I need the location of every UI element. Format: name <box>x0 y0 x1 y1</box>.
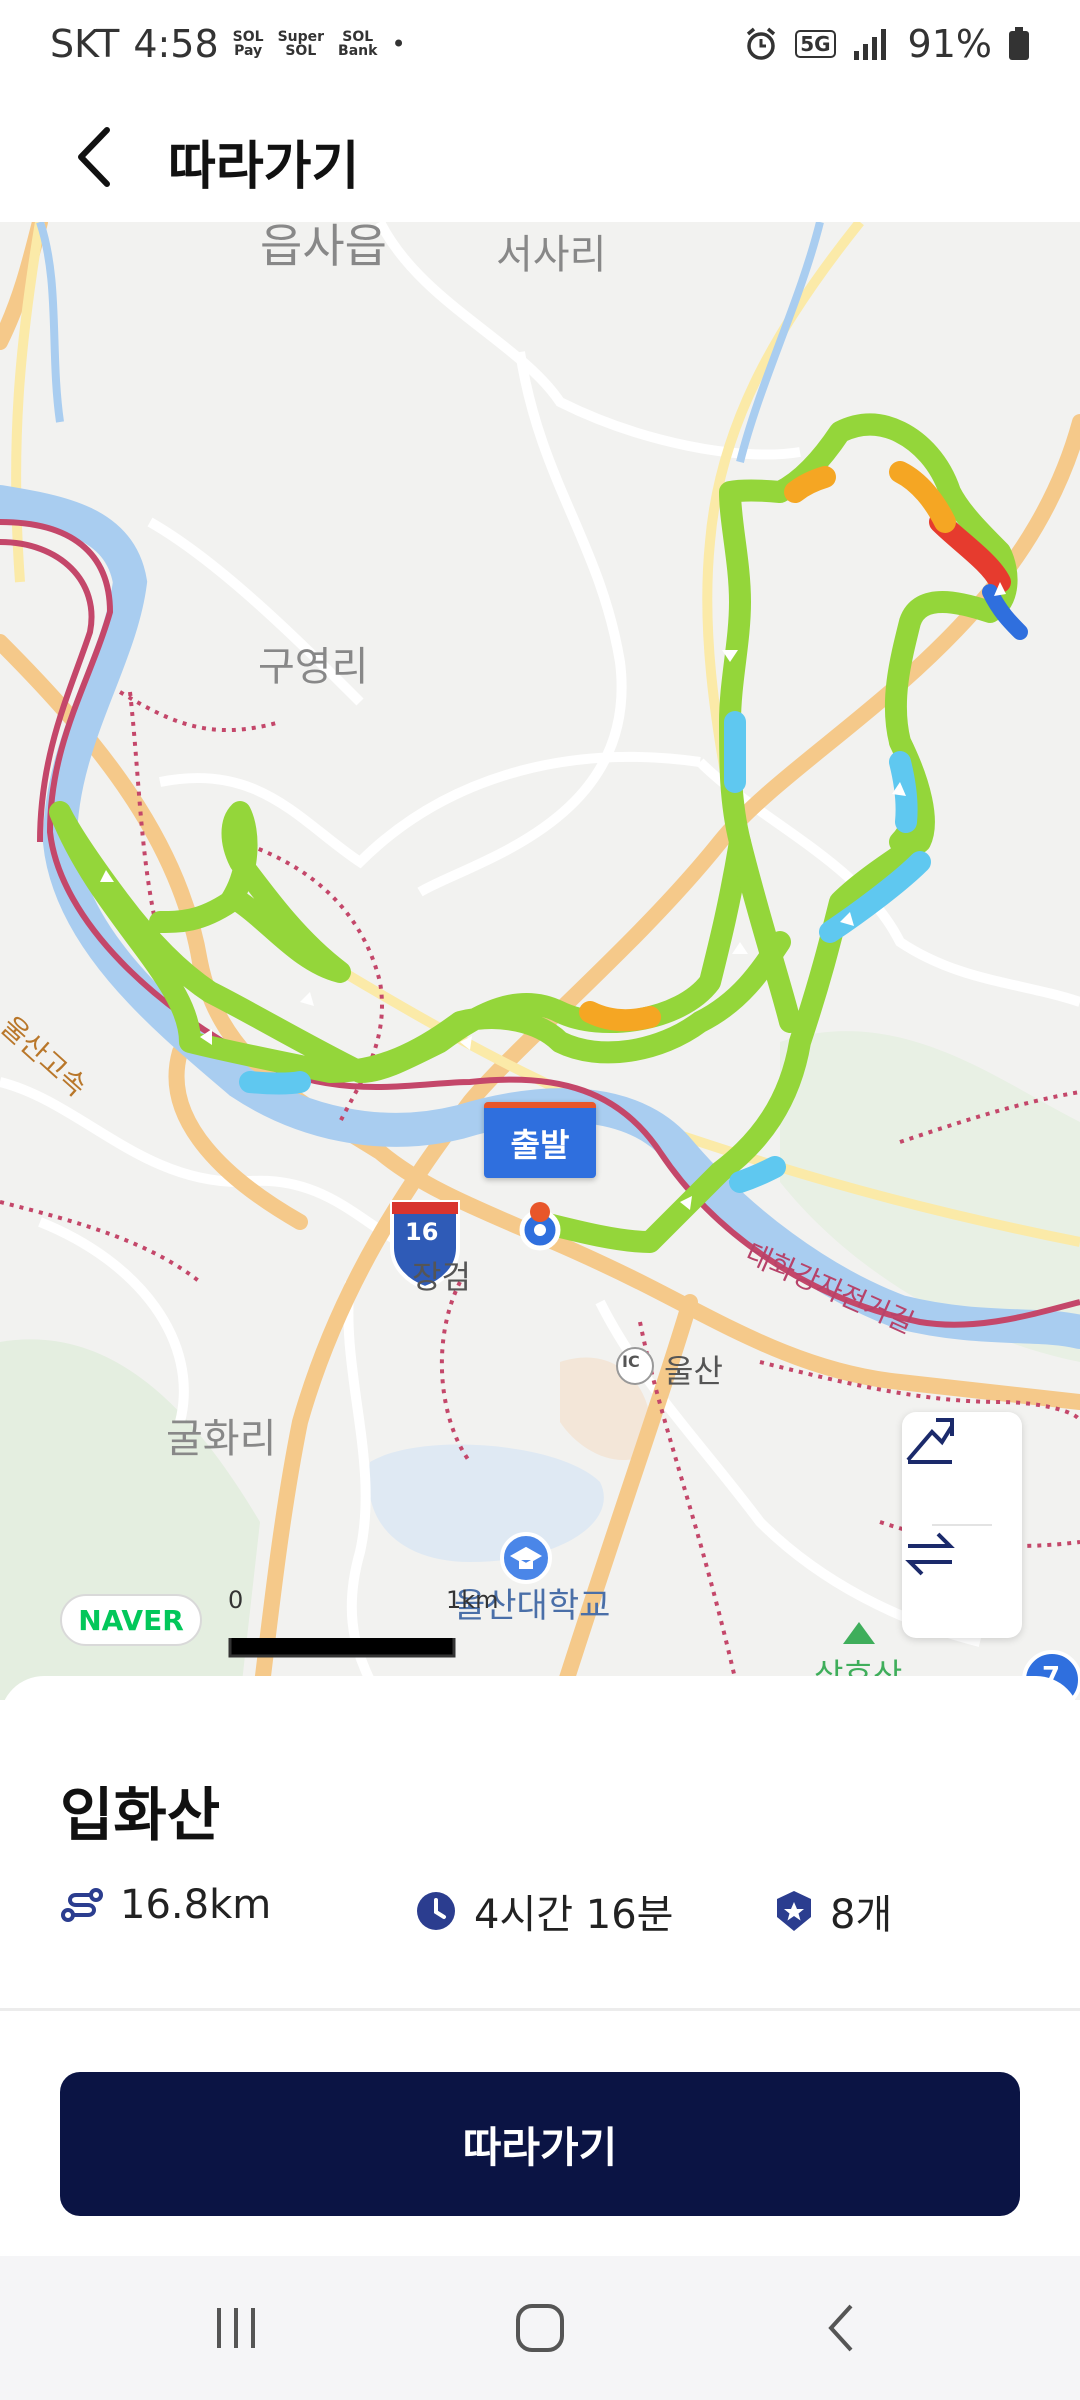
route-icon <box>61 1888 103 1922</box>
reservoir <box>368 1444 604 1562</box>
network-5g-icon: 5G <box>795 30 836 58</box>
sol-pay-icon: SOL Pay <box>232 29 264 59</box>
map-label: 서사리 <box>496 232 607 278</box>
signal-icon <box>853 29 886 60</box>
chevron-left-icon <box>78 127 110 187</box>
duration-stat: 4시간 16분 <box>414 1882 673 1940</box>
recent-apps-button[interactable] <box>196 2296 276 2360</box>
elevation-icon <box>906 1418 954 1464</box>
recent-apps-icon <box>217 2308 255 2348</box>
map-label: 굴화리 <box>166 1416 277 1462</box>
alarm-icon <box>747 27 776 60</box>
elevation-button[interactable] <box>902 1412 1022 1524</box>
distance-stat: 16.8km <box>60 1882 271 1928</box>
system-nav-bar <box>0 2256 1080 2400</box>
scale-zero: 0 <box>228 1586 244 1614</box>
map-label: 읍사읍 <box>260 222 387 273</box>
battery-icon <box>1009 27 1029 60</box>
clock: 4:58 <box>133 22 219 66</box>
map-controls <box>902 1412 1022 1638</box>
home-icon <box>516 2304 564 2352</box>
course-name: 입화산 <box>60 1781 221 1849</box>
course-sheet: 입화산 16.8km 4시간 16분 8개 따라가기 <box>0 1676 1080 2256</box>
battery-level: 91% <box>907 22 992 66</box>
route-shield-number: 16 <box>405 1218 439 1246</box>
swap-direction-button[interactable] <box>902 1526 1022 1638</box>
start-flag: 출발 <box>484 1102 596 1178</box>
notification-dot: • <box>391 30 406 58</box>
nav-back-button[interactable] <box>800 2296 880 2360</box>
home-button[interactable] <box>500 2296 580 2360</box>
back-icon <box>828 2304 853 2352</box>
status-right: 5G 91% <box>743 22 1030 66</box>
start-pin <box>519 1202 561 1251</box>
map-label: 울산 <box>664 1352 723 1390</box>
map-label: IC <box>622 1352 640 1371</box>
status-left: SKT 4:58 SOL Pay Super SOL SOL Bank • <box>50 22 406 66</box>
scale-distance: 1km <box>446 1586 499 1614</box>
back-button[interactable] <box>58 122 128 192</box>
super-sol-icon: Super SOL <box>277 29 325 59</box>
clock-icon <box>417 1892 455 1930</box>
status-bar: SKT 4:58 SOL Pay Super SOL SOL Bank • 5G 91… <box>0 0 1080 100</box>
scale-bar <box>228 1638 456 1658</box>
naver-logo: NAVER <box>60 1594 202 1646</box>
stamp-badge-icon <box>777 1891 811 1931</box>
route-map[interactable]: 읍사읍 서사리 구영리 장검 IC 울산 굴화리 울산대학교 태화강자전거길 울… <box>0 222 1080 1700</box>
carrier: SKT <box>50 22 120 66</box>
stream <box>36 222 64 423</box>
duration-value: 4시간 16분 <box>474 1892 674 1938</box>
stamps-value: 8개 <box>830 1892 893 1938</box>
sheet-divider <box>0 2008 1080 2011</box>
follow-button[interactable]: 따라가기 <box>60 2072 1020 2216</box>
page-title: 따라가기 <box>168 137 360 197</box>
map-label: 구영리 <box>258 644 369 690</box>
app-header: 따라가기 <box>0 100 1080 222</box>
map-label: 장검 <box>412 1258 471 1296</box>
distance-value: 16.8km <box>120 1882 272 1928</box>
stamps-stat: 8개 <box>774 1882 892 1940</box>
mountain-icon <box>843 1622 875 1644</box>
swap-icon <box>905 1532 955 1576</box>
sol-bank-icon: SOL Bank <box>338 29 378 59</box>
stream <box>736 222 824 463</box>
